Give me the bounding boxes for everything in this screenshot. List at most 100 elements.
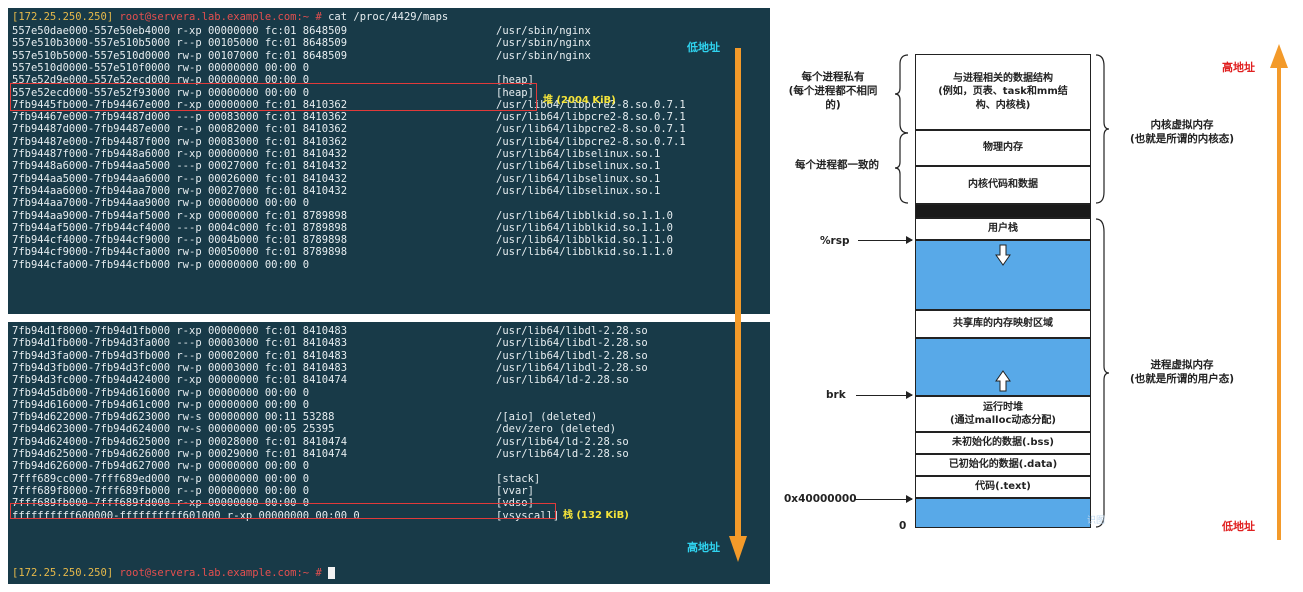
address-direction-arrow-shaft — [735, 48, 741, 538]
mapping-path: /[aio] (deleted) — [496, 411, 598, 424]
terminal-cursor — [328, 567, 336, 579]
mapping-path: /usr/lib64/libpcre2-8.so.0.7.1 — [496, 123, 686, 136]
mapping-address: 7fb94d625000-7fb94d626000 rw-p 00029000 … — [12, 448, 348, 460]
mapping-address: 557e510b5000-557e510d0000 rw-p 00107000 … — [12, 49, 348, 62]
bss-segment: 未初始化的数据(.bss) — [915, 432, 1091, 454]
mapping-address: 7fb94d623000-7fb94d624000 rw-s 00000000 … — [12, 423, 335, 436]
mapping-address: 7fb94467e000-7fb94487d000 ---p 00083000 … — [12, 111, 348, 124]
terminal-panel-bottom[interactable]: 7fb94d1f8000-7fb94d1fb000 r-xp 00000000 … — [8, 322, 770, 584]
physical-memory-segment: 物理内存 — [915, 130, 1091, 166]
segment-label: 物理内存 — [983, 142, 1023, 154]
mapping-address: 7fb94d3fc000-7fb94d424000 r-xp 00000000 … — [12, 374, 348, 387]
mapping-path: /usr/lib64/libselinux.so.1 — [496, 160, 661, 173]
stack-size-label: 栈 (132 KiB) — [563, 510, 629, 521]
mapping-address: 7fb944aa6000-7fb944aa7000 rw-p 00027000 … — [12, 184, 348, 197]
mapping-address: 7fb94d5db000-7fb94d616000 rw-p 00000000 … — [12, 386, 310, 399]
mapping-path: /usr/lib64/libblkid.so.1.1.0 — [496, 209, 674, 222]
segment-label: 用户栈 — [988, 223, 1018, 235]
mapping-path: /usr/sbin/nginx — [496, 25, 591, 37]
mapping-path: [vvar] — [496, 484, 534, 497]
segment-label: 共享库的内存映射区域 — [953, 318, 1053, 330]
per-process-same-label: 每个进程都一致的 — [795, 159, 879, 171]
start-address-label: 0x40000000 — [784, 493, 857, 505]
mapping-address: 557e510b3000-557e510b5000 r--p 00105000 … — [12, 37, 348, 50]
mapping-path: /dev/zero (deleted) — [496, 423, 617, 436]
prompt-host: [172.25.250.250] — [12, 11, 114, 23]
terminal-prompt: [172.25.250.250] root@servera.lab.exampl… — [12, 11, 448, 23]
process-virtual-memory-label: 进程虚拟内存 (也就是所谓的用户态) — [1129, 359, 1235, 386]
mapping-address: 7fff689f8000-7fff689fb000 r--p 00000000 … — [12, 484, 310, 497]
mapping-path: /usr/lib64/libdl-2.28.so — [496, 349, 648, 362]
kernel-process-structures-segment: 与进程相关的数据结构 (例如，页表、task和mm结 构、内核栈) — [915, 54, 1091, 130]
mapping-address: 7fb94487d000-7fb94487e000 r--p 00082000 … — [12, 123, 348, 136]
mapping-address: 7fb94d1f8000-7fb94d1fb000 r-xp 00000000 … — [12, 325, 348, 337]
brk-label: brk — [826, 389, 846, 401]
mapping-address: 7fb9448a6000-7fb944aa5000 ---p 00027000 … — [12, 160, 348, 173]
mapping-address: 7fb94d624000-7fb94d625000 r--p 00028000 … — [12, 435, 348, 448]
left-brace-icon — [894, 54, 909, 134]
mapping-address: 7fb94d3fa000-7fb94d3fb000 r--p 00002000 … — [12, 349, 348, 362]
low-address-label: 低地址 — [687, 41, 720, 54]
mapping-address: 7fb944cf9000-7fb944cfa000 rw-p 00050000 … — [12, 246, 348, 259]
right-brace-icon — [1095, 54, 1110, 204]
text-segment: 代码(.text) — [915, 476, 1091, 498]
mapping-path: /usr/sbin/nginx — [496, 37, 591, 50]
address-up-arrow-shaft — [1277, 66, 1281, 540]
mapping-path: /usr/lib64/ld-2.28.so — [496, 435, 629, 448]
mapping-address: 7fb944cfa000-7fb944cfb000 rw-p 00000000 … — [12, 258, 310, 271]
mapping-address: 7fb94d3fb000-7fb94d3fc000 rw-p 00003000 … — [12, 361, 348, 374]
mapping-address: 7fb94d626000-7fb94d627000 rw-p 00000000 … — [12, 460, 310, 473]
prompt-host: [172.25.250.250] — [12, 567, 114, 579]
mapping-path: /usr/lib64/libselinux.so.1 — [496, 148, 661, 160]
up-arrow-icon — [1270, 44, 1288, 68]
heap-grows-up-arrow-icon — [995, 370, 1011, 392]
mapping-address: 557e50dae000-557e50eb4000 r-xp 00000000 … — [12, 25, 348, 37]
mapping-path: /usr/lib64/libselinux.so.1 — [496, 172, 661, 185]
mapping-path: /usr/lib64/libblkid.so.1.1.0 — [496, 234, 674, 247]
mapping-path: /usr/lib64/libpcre2-8.so.0.7.1 — [496, 111, 686, 124]
zero-address-label: 0 — [899, 520, 907, 532]
reserved-gap-segment — [915, 204, 1091, 218]
segment-label: 内核代码和数据 — [968, 179, 1038, 191]
high-address-label: 高地址 — [687, 541, 720, 554]
mapping-path: [stack] — [496, 472, 541, 485]
mapping-address: 557e510d0000-557e510f0000 rw-p 00000000 … — [12, 61, 310, 74]
diagram-high-address-label: 高地址 — [1222, 61, 1255, 74]
segment-label: 代码(.text) — [975, 481, 1031, 493]
mapping-address: 7fb944aa9000-7fb944af5000 r-xp 00000000 … — [12, 209, 348, 222]
mapping-address: 7fff689cc000-7fff689ed000 rw-p 00000000 … — [12, 472, 310, 485]
heap-highlight-box — [10, 83, 537, 111]
mapping-path: /usr/lib64/libdl-2.28.so — [496, 361, 648, 374]
user-stack-segment: 用户栈 — [915, 218, 1091, 240]
mapping-path: /usr/lib64/libblkid.so.1.1.0 — [496, 221, 674, 234]
terminal-prompt-final: [172.25.250.250] root@servera.lab.exampl… — [12, 567, 336, 579]
mapping-path: /usr/sbin/nginx — [496, 49, 591, 62]
down-arrow-icon — [729, 536, 747, 562]
prompt-user: root@servera.lab.example.com:~ # — [119, 11, 329, 23]
mapping-address: 7fb94487e000-7fb94487f000 rw-p 00083000 … — [12, 135, 348, 148]
right-brace-icon — [1095, 218, 1110, 528]
mapping-address: 7fb944af5000-7fb944cf4000 ---p 0004c000 … — [12, 221, 348, 234]
mapping-path: /usr/lib64/libpcre2-8.so.0.7.1 — [496, 135, 686, 148]
data-segment: 已初始化的数据(.data) — [915, 454, 1091, 476]
segment-label: 未初始化的数据(.bss) — [951, 437, 1054, 449]
brk-arrow-icon — [856, 391, 913, 399]
mapping-path: /usr/lib64/libselinux.so.1 — [496, 184, 661, 197]
start-address-arrow-icon — [854, 495, 913, 503]
prompt-user: root@servera.lab.example.com:~ # — [119, 567, 329, 579]
watermark: 识图 — [1087, 516, 1106, 526]
shared-library-segment: 共享库的内存映射区域 — [915, 310, 1091, 338]
terminal-panel-top[interactable]: [172.25.250.250] root@servera.lab.exampl… — [8, 8, 770, 314]
mapping-path: /usr/lib64/libdl-2.28.so — [496, 325, 648, 337]
mapping-address: 7fb944cf4000-7fb944cf9000 r--p 0004b000 … — [12, 234, 348, 247]
mapping-path: /usr/lib64/ld-2.28.so — [496, 374, 629, 387]
segment-label: 运行时堆 (通过malloc动态分配) — [950, 401, 1056, 427]
mapping-address: 7fb94d1fb000-7fb94d3fa000 ---p 00003000 … — [12, 337, 348, 350]
prompt-command: cat /proc/4429/maps — [328, 11, 449, 23]
mapping-address: 7fb94d616000-7fb94d61c000 rw-p 00000000 … — [12, 398, 310, 411]
runtime-heap-segment: 运行时堆 (通过malloc动态分配) — [915, 396, 1091, 432]
diagram-low-address-label: 低地址 — [1222, 520, 1255, 533]
mapping-address: 7fb944aa5000-7fb944aa6000 r--p 00026000 … — [12, 172, 348, 185]
per-process-private-label: 每个进程私有 (每个进程都不相同 的) — [788, 71, 878, 112]
stack-grows-down-arrow-icon — [995, 244, 1011, 266]
